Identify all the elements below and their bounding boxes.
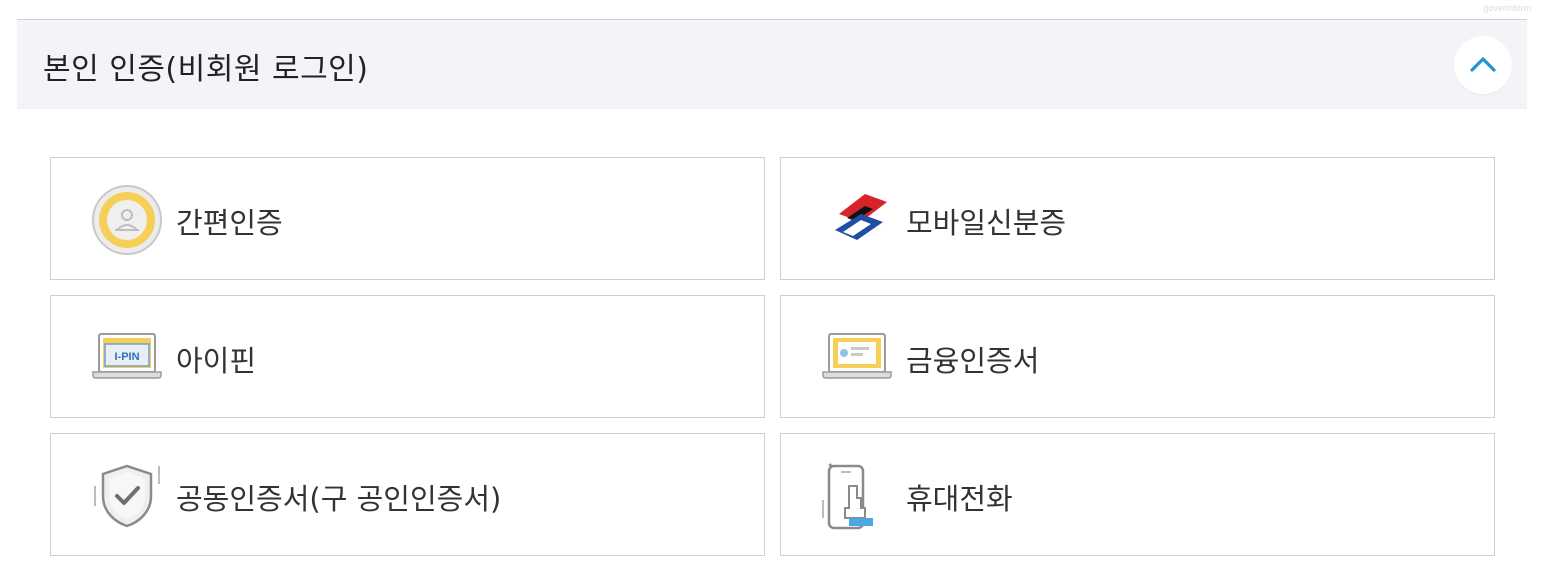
financial-certificate-icon	[822, 333, 892, 379]
option-label: 공동인증서(구 공인인증서)	[176, 482, 502, 516]
auth-panel-header[interactable]: 본인 인증(비회원 로그인)	[17, 19, 1527, 109]
mobile-id-icon	[835, 194, 887, 240]
mobile-phone-icon: ✦	[822, 461, 873, 530]
option-label: 간편인증	[176, 206, 283, 240]
option-financial-certificate[interactable]: 금융인증서	[780, 295, 1495, 418]
option-mobile-phone[interactable]: ✦ 휴대전화	[780, 433, 1495, 556]
simple-auth-icon	[92, 185, 162, 255]
ipin-icon: I-PIN	[92, 333, 162, 379]
svg-text:I-PIN: I-PIN	[114, 351, 139, 363]
option-mobile-id[interactable]: 모바일신분증	[780, 157, 1495, 280]
joint-certificate-shield-icon	[94, 464, 160, 528]
option-joint-certificate[interactable]: 공동인증서(구 공인인증서)	[50, 433, 765, 556]
option-ipin[interactable]: I-PIN 아이핀	[50, 295, 765, 418]
option-label: 금융인증서	[906, 344, 1040, 378]
chevron-up-icon	[1470, 57, 1496, 72]
svg-text:✦: ✦	[827, 461, 834, 470]
panel-title: 본인 인증(비회원 로그인)	[43, 52, 369, 87]
watermark: goverinform	[1483, 3, 1531, 13]
option-simple-auth[interactable]: 간편인증	[50, 157, 765, 280]
option-label: 모바일신분증	[906, 206, 1067, 240]
collapse-button[interactable]	[1454, 36, 1512, 94]
option-label: 휴대전화	[906, 482, 1013, 516]
option-label: 아이핀	[176, 344, 257, 378]
